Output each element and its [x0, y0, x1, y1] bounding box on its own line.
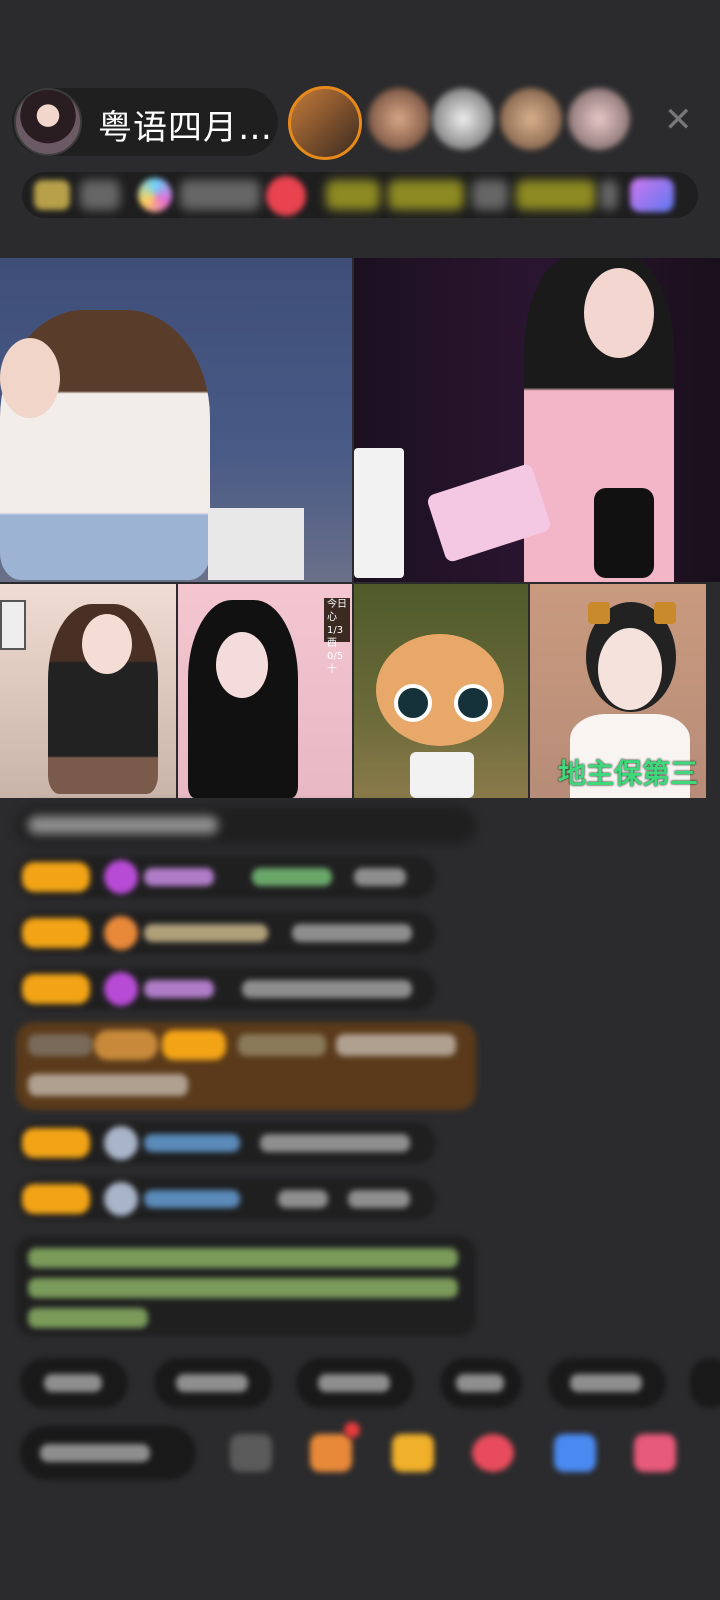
gift-icon[interactable]	[630, 178, 674, 212]
tag-4	[516, 180, 596, 210]
rank-icon	[138, 178, 172, 212]
chat-system-message	[16, 806, 476, 844]
gift-box-icon[interactable]	[634, 1434, 676, 1472]
quick-reply-4[interactable]	[440, 1358, 522, 1408]
fan-club-icon[interactable]	[392, 1434, 434, 1472]
top-viewer-avatar-1[interactable]	[288, 86, 362, 160]
viewer-avatar-5[interactable]	[568, 88, 630, 150]
video-tile-3[interactable]	[0, 584, 176, 798]
video-tile-5[interactable]	[354, 584, 528, 798]
chat-message	[16, 1178, 436, 1220]
info-text-2	[180, 180, 260, 210]
tag-3	[472, 180, 508, 210]
tag-2	[388, 180, 464, 210]
host-name[interactable]: 粤语四月…	[98, 100, 273, 149]
chat-highlight-message	[16, 1022, 476, 1110]
more-icon[interactable]	[554, 1434, 596, 1472]
video-tile-1[interactable]	[0, 258, 352, 582]
tile-overlay-text: 今日心 1/3西 0/5十	[327, 599, 347, 675]
quick-reply-3[interactable]	[296, 1358, 414, 1408]
level-chip	[34, 180, 70, 210]
task-icon[interactable]	[310, 1434, 352, 1472]
video-tile-6[interactable]: 地主保第三	[530, 584, 706, 798]
tag-5	[600, 180, 618, 210]
quick-reply-6[interactable]	[690, 1358, 720, 1408]
chat-notice-message	[16, 1236, 476, 1336]
video-tile-4[interactable]: 今日心 1/3西 0/5十	[178, 584, 352, 798]
chat-message	[16, 1122, 436, 1164]
red-badge-icon	[266, 176, 306, 216]
info-text-1	[80, 180, 120, 210]
chat-message	[16, 968, 436, 1010]
viewer-avatar-4[interactable]	[500, 88, 562, 150]
chat-message	[16, 856, 436, 898]
quick-reply-5[interactable]	[548, 1358, 666, 1408]
notification-dot	[344, 1422, 360, 1438]
share-icon[interactable]	[472, 1434, 514, 1472]
video-tile-2[interactable]	[354, 258, 720, 582]
viewer-avatar-3[interactable]	[432, 88, 494, 150]
tag-1	[326, 180, 380, 210]
host-avatar[interactable]	[14, 88, 82, 156]
quick-reply-2[interactable]	[154, 1358, 272, 1408]
viewer-avatar-2[interactable]	[368, 88, 430, 150]
quick-reply-1[interactable]	[20, 1358, 128, 1408]
chat-message	[16, 912, 436, 954]
emoji-icon[interactable]	[230, 1434, 272, 1472]
comment-input[interactable]	[20, 1426, 196, 1480]
tile-label: 地主保第三	[558, 757, 699, 790]
close-icon[interactable]: ✕	[664, 100, 693, 140]
